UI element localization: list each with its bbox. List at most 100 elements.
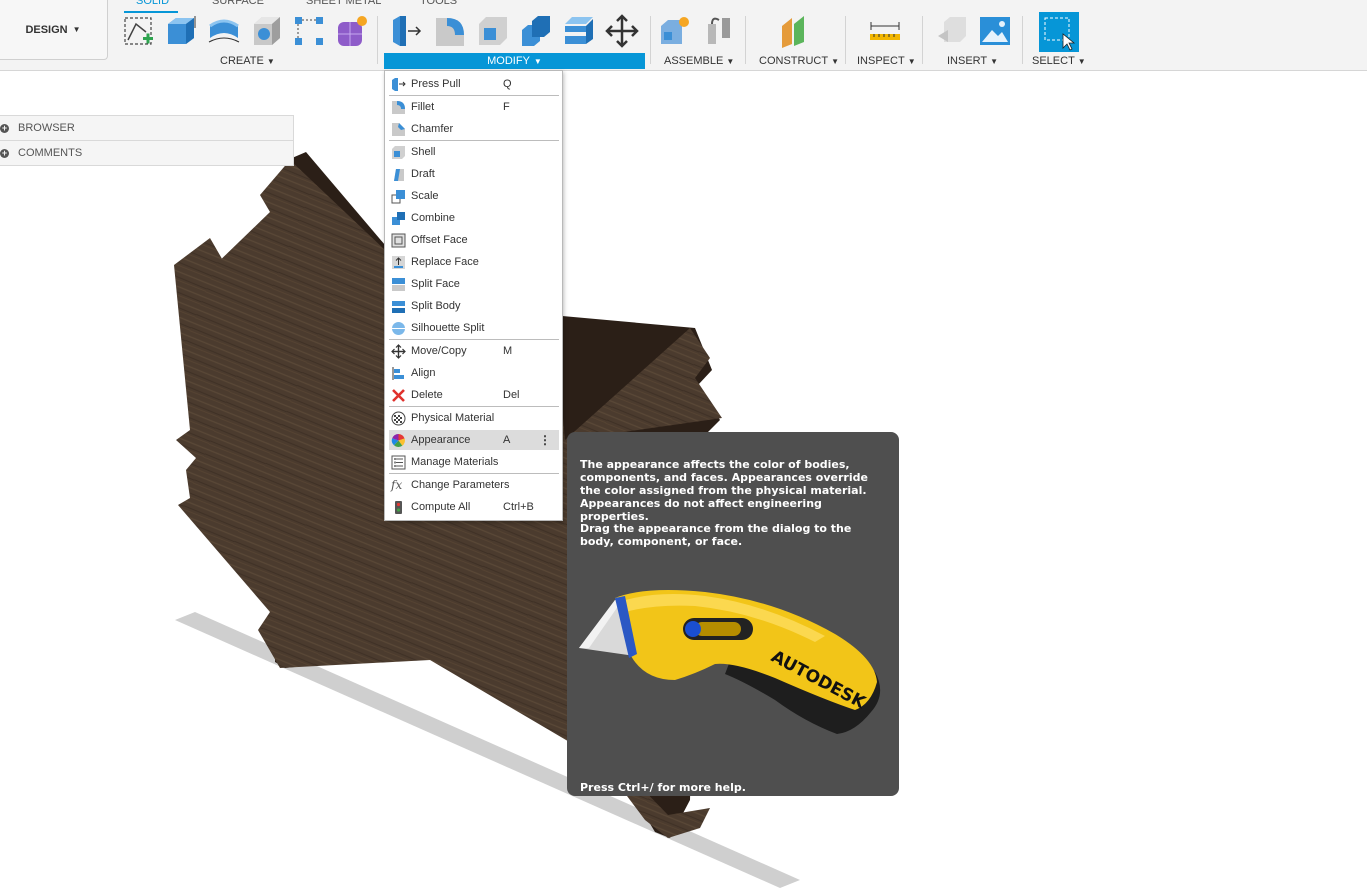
expand-icon[interactable]: + bbox=[0, 148, 9, 158]
fx-icon: fx bbox=[391, 477, 403, 492]
shell-icon[interactable] bbox=[476, 14, 510, 48]
tab-tools[interactable]: TOOLS bbox=[420, 0, 457, 11]
hole-icon[interactable] bbox=[250, 14, 284, 48]
offset-face-icon bbox=[391, 233, 406, 247]
revolve-icon[interactable] bbox=[207, 14, 241, 48]
insert-canvas-icon[interactable] bbox=[978, 14, 1012, 48]
menu-item-physical-material[interactable]: Physical Material bbox=[389, 408, 559, 428]
appearance-tooltip: The appearance affects the color of bodi… bbox=[567, 432, 899, 796]
split-body-icon[interactable] bbox=[562, 14, 596, 48]
select-icon[interactable] bbox=[1039, 12, 1079, 52]
menu-item-label: Offset Face bbox=[411, 234, 468, 246]
group-insert[interactable]: INSERT ▼ bbox=[947, 55, 999, 67]
physical-material-icon bbox=[391, 411, 406, 425]
menu-item-chamfer[interactable]: Chamfer bbox=[389, 119, 559, 139]
menu-separator bbox=[389, 95, 559, 96]
workspace-label: DESIGN bbox=[25, 23, 68, 36]
active-tab-indicator bbox=[124, 11, 178, 13]
group-modify-label: MODIFY bbox=[487, 55, 530, 67]
menu-item-shortcut: M bbox=[503, 345, 513, 357]
menu-item-appearance[interactable]: Appearance A ⋮ bbox=[389, 430, 559, 450]
press-pull-icon[interactable] bbox=[390, 14, 424, 48]
comments-panel-header[interactable]: + COMMENTS bbox=[0, 140, 294, 166]
group-construct-label: CONSTRUCT bbox=[759, 55, 829, 67]
menu-item-replace-face[interactable]: Replace Face bbox=[389, 252, 559, 272]
extrude-icon[interactable] bbox=[164, 14, 198, 48]
menu-item-delete[interactable]: Delete Del bbox=[389, 385, 559, 405]
measure-icon[interactable] bbox=[868, 14, 902, 48]
move-icon[interactable] bbox=[605, 14, 639, 48]
menu-item-shell[interactable]: Shell bbox=[389, 142, 559, 162]
menu-item-scale[interactable]: Scale bbox=[389, 186, 559, 206]
group-inspect-label: INSPECT bbox=[857, 55, 905, 67]
compute-all-icon bbox=[395, 500, 402, 514]
menu-item-press-pull[interactable]: Press Pull Q bbox=[389, 74, 559, 94]
menu-item-move-copy[interactable]: Move/Copy M bbox=[389, 341, 559, 361]
pattern-icon[interactable] bbox=[292, 14, 326, 48]
delete-icon bbox=[392, 388, 405, 402]
expand-icon[interactable]: + bbox=[0, 123, 9, 133]
menu-item-silhouette-split[interactable]: Silhouette Split bbox=[389, 318, 559, 338]
menu-item-shortcut: Q bbox=[503, 78, 512, 90]
menu-item-label: Silhouette Split bbox=[411, 322, 485, 334]
menu-item-change-parameters[interactable]: fx Change Parameters bbox=[389, 475, 559, 495]
group-inspect[interactable]: INSPECT ▼ bbox=[857, 55, 916, 67]
menu-item-label: Move/Copy bbox=[411, 345, 467, 357]
group-select[interactable]: SELECT ▼ bbox=[1032, 55, 1086, 67]
menu-item-align[interactable]: Align bbox=[389, 363, 559, 383]
caret-down-icon: ▼ bbox=[990, 57, 999, 66]
menu-item-split-face[interactable]: Split Face bbox=[389, 274, 559, 294]
tab-sheet-metal[interactable]: SHEET METAL bbox=[306, 0, 381, 11]
menu-item-draft[interactable]: Draft bbox=[389, 164, 559, 184]
divider bbox=[1022, 16, 1023, 64]
fillet-icon[interactable] bbox=[433, 14, 467, 48]
joint-icon[interactable] bbox=[702, 14, 736, 48]
caret-down-icon: ▼ bbox=[726, 57, 735, 66]
menu-item-compute-all[interactable]: Compute All Ctrl+B bbox=[389, 497, 559, 517]
group-insert-label: INSERT bbox=[947, 55, 988, 67]
create-sketch-icon[interactable] bbox=[122, 14, 156, 48]
tab-solid[interactable]: SOLID bbox=[136, 0, 169, 11]
group-construct[interactable]: CONSTRUCT ▼ bbox=[759, 55, 839, 67]
menu-item-fillet[interactable]: Fillet F bbox=[389, 97, 559, 117]
divider bbox=[745, 16, 746, 64]
workspace-switcher[interactable]: DESIGN ▼ bbox=[0, 0, 108, 60]
tab-surface[interactable]: SURFACE bbox=[212, 0, 264, 11]
insert-derive-icon[interactable] bbox=[936, 14, 970, 48]
menu-item-label: Change Parameters bbox=[411, 479, 510, 491]
tooltip-instruction: Drag the appearance from the dialog to t… bbox=[580, 522, 852, 548]
menu-item-label: Delete bbox=[411, 389, 443, 401]
offset-plane-icon[interactable] bbox=[778, 14, 812, 48]
combine-icon[interactable] bbox=[519, 14, 553, 48]
create-form-icon[interactable] bbox=[335, 14, 369, 48]
menu-item-label: Align bbox=[411, 367, 436, 379]
more-options-icon[interactable]: ⋮ bbox=[539, 433, 551, 447]
menu-item-split-body[interactable]: Split Body bbox=[389, 296, 559, 316]
menu-item-label: Scale bbox=[411, 190, 439, 202]
silhouette-split-icon bbox=[392, 321, 405, 335]
menu-separator bbox=[389, 140, 559, 141]
browser-panel-header[interactable]: + BROWSER bbox=[0, 115, 294, 141]
divider bbox=[922, 16, 923, 64]
appearance-icon bbox=[391, 433, 405, 447]
menu-item-label: Press Pull bbox=[411, 78, 461, 90]
group-create-label: CREATE bbox=[220, 55, 264, 67]
comments-label: COMMENTS bbox=[18, 147, 83, 159]
group-assemble[interactable]: ASSEMBLE ▼ bbox=[664, 55, 734, 67]
align-icon bbox=[392, 366, 404, 380]
press-pull-icon bbox=[392, 77, 406, 91]
group-modify[interactable]: MODIFY ▼ bbox=[384, 53, 645, 69]
menu-item-manage-materials[interactable]: Manage Materials bbox=[389, 452, 559, 472]
menu-item-label: Shell bbox=[411, 146, 436, 158]
new-component-icon[interactable] bbox=[658, 14, 692, 48]
menu-item-offset-face[interactable]: Offset Face bbox=[389, 230, 559, 250]
menu-item-combine[interactable]: Combine bbox=[389, 208, 559, 228]
draft-icon bbox=[394, 168, 404, 181]
caret-down-icon: ▼ bbox=[831, 57, 839, 66]
group-create[interactable]: CREATE ▼ bbox=[220, 55, 275, 67]
combine-icon bbox=[392, 211, 405, 225]
menu-item-shortcut: A bbox=[503, 434, 511, 446]
fillet-icon bbox=[392, 100, 405, 114]
caret-down-icon: ▼ bbox=[533, 57, 542, 66]
menu-item-label: Combine bbox=[411, 212, 456, 224]
